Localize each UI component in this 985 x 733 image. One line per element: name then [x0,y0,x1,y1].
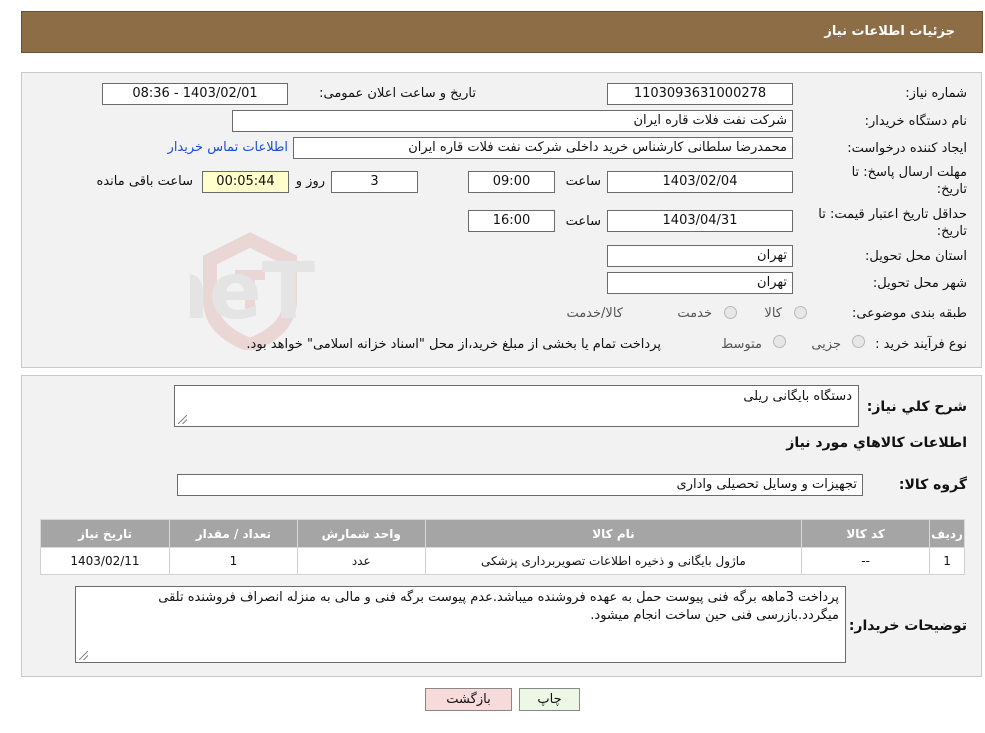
validity-label: حداقل تاریخ اعتبار قیمت: تا [818,207,967,222]
need-date-cell: 1403/02/11 [40,547,170,575]
category-option-service: خدمت [677,306,712,321]
group-label: گروه کالا: [898,477,967,493]
col-item-name: نام کالا [424,519,803,548]
deadline-date-field: 1403/02/04 [607,171,793,193]
buyer-org-field: شرکت نفت فلات قاره ایران [232,110,793,132]
row-number-cell: 1 [929,547,965,575]
col-quantity: تعداد / مقدار [168,519,298,548]
buyer-contact-link[interactable]: اطلاعات تماس خریدار [168,140,288,155]
deadline-time-field: 09:00 [468,171,555,193]
remaining-time-label: ساعت باقی مانده [96,174,193,189]
creator-field: محمدرضا سلطانی کارشناس خرید داخلی شرکت ن… [293,137,793,159]
process-radio-minor[interactable] [852,335,865,348]
province-field: تهران [607,245,793,267]
category-option-goods-service: کالا/خدمت [566,306,623,321]
city-field: تهران [607,272,793,294]
print-button[interactable]: چاپ [519,688,580,711]
category-radio-service[interactable] [724,306,737,319]
deadline-label-date: تاریخ: [936,182,967,197]
announce-label: تاریخ و ساعت اعلان عمومی: [319,86,476,101]
buyer-notes-text: پرداخت 3ماهه برگه فنی پیوست حمل به عهده … [158,590,839,623]
deadline-time-label: ساعت [565,174,601,189]
validity-label-date: تاریخ: [936,224,967,239]
quantity-cell: 1 [168,547,298,575]
process-label: نوع فرآیند خرید : [875,337,967,352]
deadline-label: مهلت ارسال پاسخ: تا [851,165,967,180]
page-header: جزئیات اطلاعات نیاز [21,11,983,53]
resize-grip-icon[interactable] [79,651,88,660]
remaining-time-field: 00:05:44 [202,171,289,193]
process-radio-medium[interactable] [773,335,786,348]
goods-info-title: اطلاعات کالاهاي مورد نياز [786,435,967,451]
item-code-cell: -- [801,547,931,575]
col-item-code: کد کالا [801,519,931,548]
category-label: طبقه بندی موضوعی: [851,306,967,321]
resize-grip-icon[interactable] [178,415,187,424]
province-label: استان محل تحویل: [865,249,967,264]
creator-label: ایجاد کننده درخواست: [847,141,967,156]
col-row-number: ردیف [929,519,965,548]
unit-cell: عدد [296,547,426,575]
process-option-minor: جزیی [811,337,841,352]
table-row: 1 -- ماژول بایگانی و ذخیره اطلاعات تصویر… [40,547,965,575]
validity-time-field: 16:00 [468,210,555,232]
days-label: روز و [295,174,325,189]
summary-textarea[interactable]: دستگاه بایگانی ریلی [174,385,859,427]
need-number-field: 1103093631000278 [607,83,793,105]
page-title: جزئیات اطلاعات نیاز [824,24,955,39]
days-remaining-field: 3 [331,171,418,193]
category-radio-goods[interactable] [794,306,807,319]
buyer-notes-label: توضیحات خریدار: [848,618,967,634]
category-option-goods: کالا [764,306,782,321]
process-note: پرداخت تمام یا بخشی از مبلغ خرید،از محل … [246,337,661,352]
validity-date-field: 1403/04/31 [607,210,793,232]
summary-label: شرح کلي نياز: [866,399,967,415]
validity-time-label: ساعت [565,214,601,229]
item-name-cell: ماژول بایگانی و ذخیره اطلاعات تصویربردار… [424,547,803,575]
process-option-medium: متوسط [721,337,762,352]
back-button[interactable]: بازگشت [425,688,512,711]
col-need-date: تاریخ نیاز [40,519,170,548]
group-field: تجهیزات و وسایل تحصیلی واداری [177,474,863,496]
city-label: شهر محل تحویل: [872,276,967,291]
buyer-notes-textarea[interactable]: پرداخت 3ماهه برگه فنی پیوست حمل به عهده … [75,586,846,663]
summary-text: دستگاه بایگانی ریلی [743,389,852,404]
announce-datetime-field: 1403/02/01 - 08:36 [102,83,288,105]
buyer-org-label: نام دستگاه خریدار: [864,114,967,129]
col-unit: واحد شمارش [296,519,426,548]
items-table-header: ردیف کد کالا نام کالا واحد شمارش تعداد /… [40,519,965,548]
need-number-label: شماره نیاز: [905,86,967,101]
items-table: ردیف کد کالا نام کالا واحد شمارش تعداد /… [40,519,965,575]
